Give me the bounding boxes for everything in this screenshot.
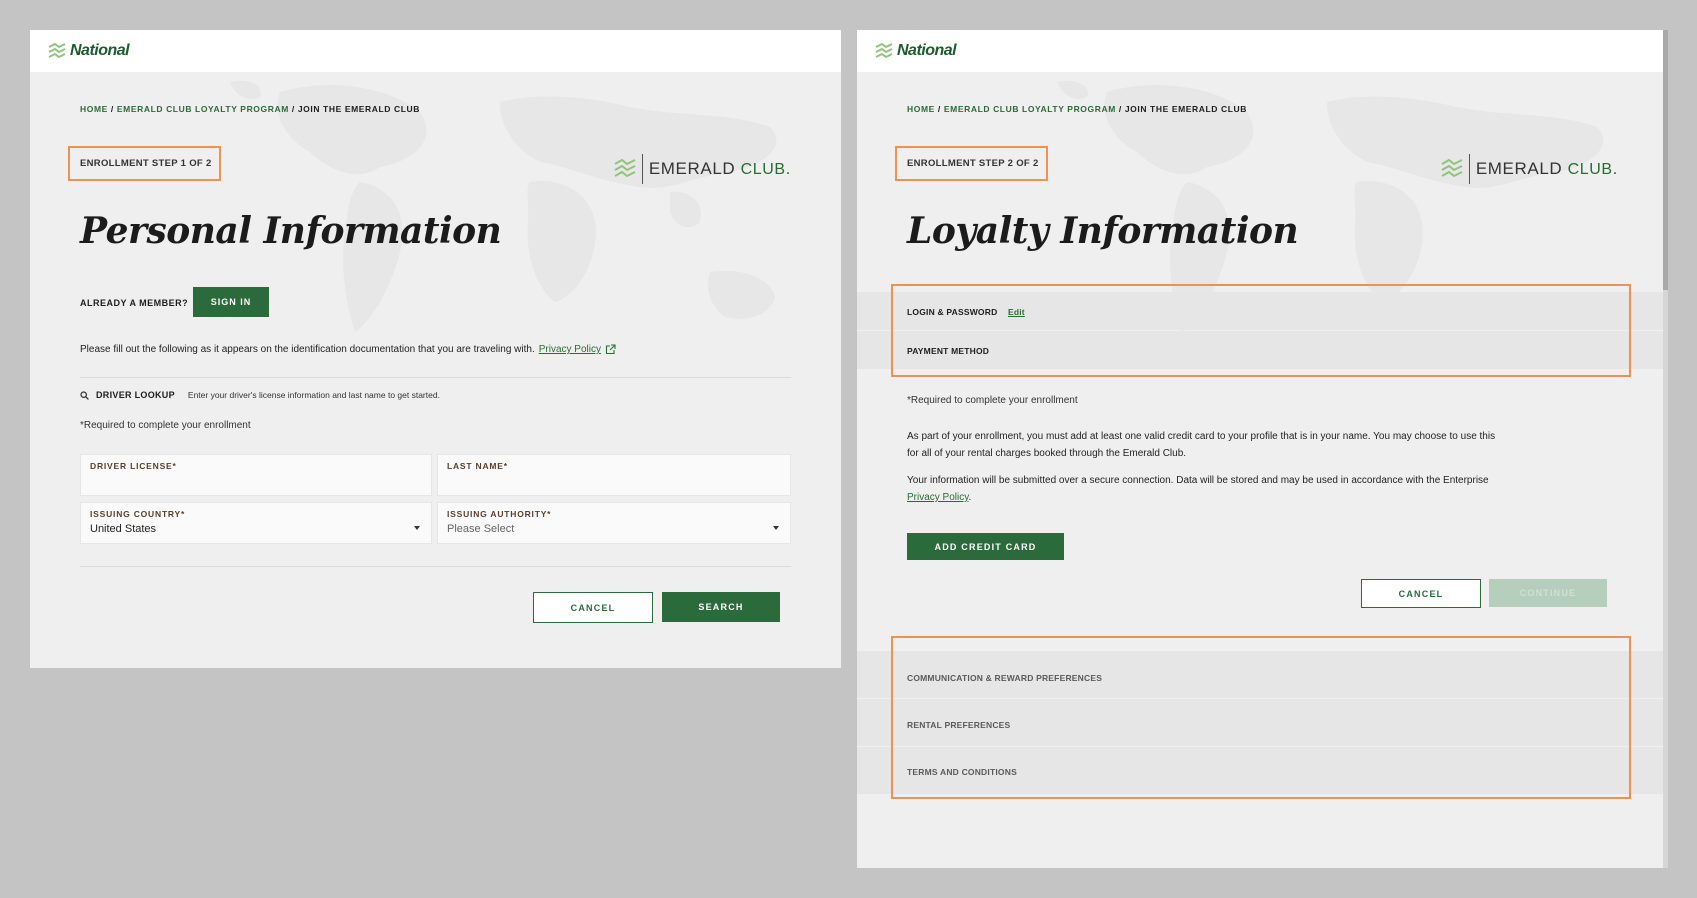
breadcrumb-home[interactable]: HOME xyxy=(907,104,935,114)
page-title: Loyalty Information xyxy=(907,210,1299,252)
already-member-label: ALREADY A MEMBER? xyxy=(80,298,189,308)
national-logo-text: National xyxy=(897,42,957,59)
national-logo[interactable]: National xyxy=(875,40,957,62)
payment-info-paragraph: As part of your enrollment, you must add… xyxy=(907,431,1496,459)
driver-license-label: DRIVER LICENSE* xyxy=(90,461,177,471)
chevron-down-icon xyxy=(773,526,779,530)
completed-sections-highlight xyxy=(891,284,1631,377)
national-logo-text: National xyxy=(70,42,130,59)
logo-divider xyxy=(1468,154,1470,184)
continue-button[interactable]: CONTINUE xyxy=(1489,579,1607,607)
cancel-button[interactable]: CANCEL xyxy=(1361,579,1481,608)
driver-lookup-title: DRIVER LOOKUP xyxy=(96,390,175,400)
emerald-club-wordmark: EMERALD CLUB. xyxy=(1475,159,1618,178)
last-name-field[interactable]: LAST NAME* xyxy=(437,454,791,496)
issuing-authority-label: ISSUING AUTHORITY* xyxy=(447,509,552,519)
divider xyxy=(80,566,791,567)
breadcrumb-separator: / xyxy=(110,104,114,114)
scrollbar-thumb[interactable] xyxy=(1663,30,1668,290)
issuing-authority-placeholder: Please Select xyxy=(447,523,515,535)
emerald-wave-icon xyxy=(1441,159,1463,178)
national-wave-icon xyxy=(875,43,893,59)
breadcrumb-separator: / xyxy=(937,104,941,114)
national-logo[interactable]: National xyxy=(48,40,130,62)
breadcrumb-separator: / xyxy=(291,104,295,114)
breadcrumb: HOME / EMERALD CLUB LOYALTY PROGRAM / JO… xyxy=(80,104,420,114)
search-icon xyxy=(80,390,89,400)
required-note: *Required to complete your enrollment xyxy=(80,420,251,431)
enrollment-step1-panel: National HOME / EMERALD CLUB LOYALTY PRO… xyxy=(30,30,841,668)
scrollbar[interactable] xyxy=(1663,30,1668,868)
issuing-authority-select[interactable]: ISSUING AUTHORITY* Please Select xyxy=(437,502,791,544)
emerald-club-logo: EMERALD CLUB. xyxy=(614,154,791,184)
issuing-country-select[interactable]: ISSUING COUNTRY* United States xyxy=(80,502,432,544)
instructions-text: Please fill out the following as it appe… xyxy=(80,344,616,355)
page-title: Personal Information xyxy=(80,210,502,252)
driver-lookup-description: Enter your driver's license information … xyxy=(187,390,440,400)
header-bar: National xyxy=(857,30,1668,72)
privacy-policy-link[interactable]: Privacy Policy xyxy=(539,344,601,355)
driver-license-field[interactable]: DRIVER LICENSE* xyxy=(80,454,432,496)
enrollment-step-label: ENROLLMENT STEP 1 OF 2 xyxy=(68,146,221,181)
cancel-button[interactable]: CANCEL xyxy=(533,592,653,623)
breadcrumb-program[interactable]: EMERALD CLUB LOYALTY PROGRAM xyxy=(117,104,289,114)
upcoming-sections-highlight xyxy=(891,636,1631,799)
logo-divider xyxy=(641,154,643,184)
header-bar: National xyxy=(30,30,841,72)
breadcrumb-home[interactable]: HOME xyxy=(80,104,108,114)
issuing-country-value: United States xyxy=(90,523,157,535)
chevron-down-icon xyxy=(414,526,420,530)
sign-in-button[interactable]: SIGN IN xyxy=(193,287,269,317)
national-wave-icon xyxy=(48,43,66,59)
breadcrumb-current: JOIN THE EMERALD CLUB xyxy=(297,104,421,114)
required-note: *Required to complete your enrollment xyxy=(907,395,1078,406)
breadcrumb: HOME / EMERALD CLUB LOYALTY PROGRAM / JO… xyxy=(907,104,1247,114)
search-button[interactable]: SEARCH xyxy=(662,592,780,622)
breadcrumb-program[interactable]: EMERALD CLUB LOYALTY PROGRAM xyxy=(944,104,1116,114)
secure-info-paragraph: Your information will be submitted over … xyxy=(907,475,1489,503)
breadcrumb-current: JOIN THE EMERALD CLUB xyxy=(1124,104,1248,114)
emerald-wave-icon xyxy=(614,159,636,178)
last-name-label: LAST NAME* xyxy=(447,461,508,471)
emerald-club-wordmark: EMERALD CLUB. xyxy=(648,159,791,178)
enrollment-step2-panel: National HOME / EMERALD CLUB LOYALTY PRO… xyxy=(857,30,1668,868)
driver-lookup: DRIVER LOOKUP Enter your driver's licens… xyxy=(80,390,440,400)
breadcrumb-separator: / xyxy=(1118,104,1122,114)
emerald-club-logo: EMERALD CLUB. xyxy=(1441,154,1618,184)
external-link-icon[interactable] xyxy=(605,344,616,355)
enrollment-step-label: ENROLLMENT STEP 2 OF 2 xyxy=(895,146,1048,181)
divider xyxy=(80,377,791,378)
add-credit-card-button[interactable]: ADD CREDIT CARD xyxy=(907,533,1064,560)
issuing-country-label: ISSUING COUNTRY* xyxy=(90,509,186,519)
privacy-policy-link[interactable]: Privacy Policy xyxy=(907,492,969,503)
